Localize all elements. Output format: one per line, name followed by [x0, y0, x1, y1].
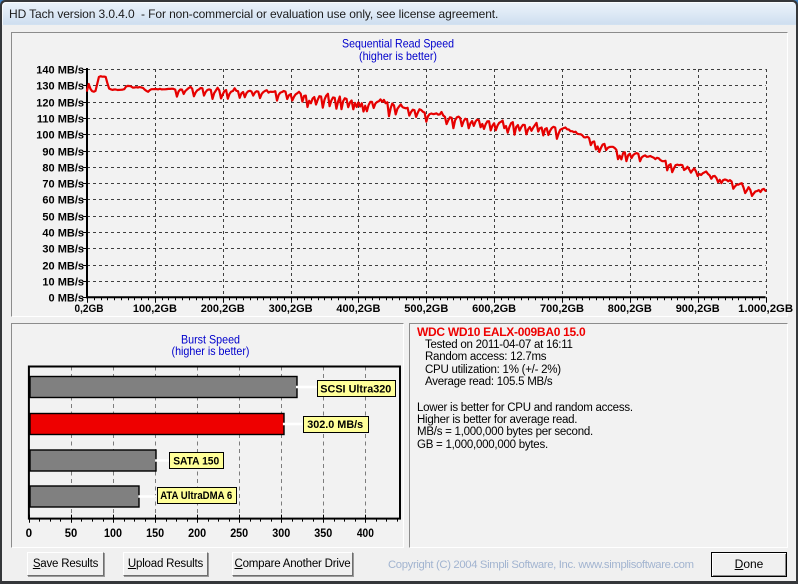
svg-text:ATA UltraDMA 6: ATA UltraDMA 6 [160, 490, 232, 502]
svg-text:110 MB/s: 110 MB/s [37, 114, 84, 126]
svg-text:100,2GB: 100,2GB [133, 303, 177, 315]
svg-text:Sequential Read Speed: Sequential Read Speed [342, 36, 454, 50]
svg-text:500,2GB: 500,2GB [404, 303, 448, 315]
svg-text:200: 200 [188, 526, 206, 540]
svg-text:90 MB/s: 90 MB/s [42, 147, 84, 159]
svg-text:1.000,2GB: 1.000,2GB [738, 303, 793, 315]
svg-text:350: 350 [314, 526, 332, 540]
svg-text:SCSI Ultra320: SCSI Ultra320 [320, 384, 391, 396]
svg-text:100: 100 [104, 526, 122, 540]
svg-text:0,2GB: 0,2GB [75, 303, 104, 315]
svg-text:140 MB/s: 140 MB/s [36, 65, 84, 77]
svg-text:400,2GB: 400,2GB [336, 303, 380, 315]
svg-text:250: 250 [230, 526, 248, 540]
svg-text:200,2GB: 200,2GB [201, 303, 245, 315]
svg-text:50 MB/s: 50 MB/s [42, 212, 84, 224]
svg-text:400: 400 [357, 526, 374, 540]
svg-text:20 MB/s: 20 MB/s [42, 261, 84, 273]
svg-text:0: 0 [26, 526, 33, 540]
svg-text:600,2GB: 600,2GB [472, 303, 516, 315]
svg-text:300,2GB: 300,2GB [269, 303, 313, 315]
svg-text:(higher is better): (higher is better) [359, 49, 437, 63]
svg-text:40 MB/s: 40 MB/s [42, 228, 84, 240]
svg-text:700,2GB: 700,2GB [540, 303, 584, 315]
svg-text:10 MB/s: 10 MB/s [42, 277, 84, 289]
svg-text:SATA 150: SATA 150 [173, 456, 219, 468]
svg-text:120 MB/s: 120 MB/s [36, 98, 84, 110]
svg-text:150: 150 [146, 526, 164, 540]
svg-text:50: 50 [65, 526, 78, 540]
svg-text:900,2GB: 900,2GB [676, 303, 720, 315]
svg-text:300: 300 [272, 526, 290, 540]
svg-text:30 MB/s: 30 MB/s [42, 244, 84, 256]
svg-text:60 MB/s: 60 MB/s [42, 195, 84, 207]
svg-text:100 MB/s: 100 MB/s [36, 130, 84, 142]
svg-text:302.0 MB/s: 302.0 MB/s [307, 419, 363, 431]
svg-text:800,2GB: 800,2GB [608, 303, 652, 315]
svg-text:70 MB/s: 70 MB/s [42, 179, 84, 191]
svg-text:(higher is better): (higher is better) [172, 344, 250, 358]
svg-text:130 MB/s: 130 MB/s [36, 81, 84, 93]
svg-text:80 MB/s: 80 MB/s [42, 163, 84, 175]
